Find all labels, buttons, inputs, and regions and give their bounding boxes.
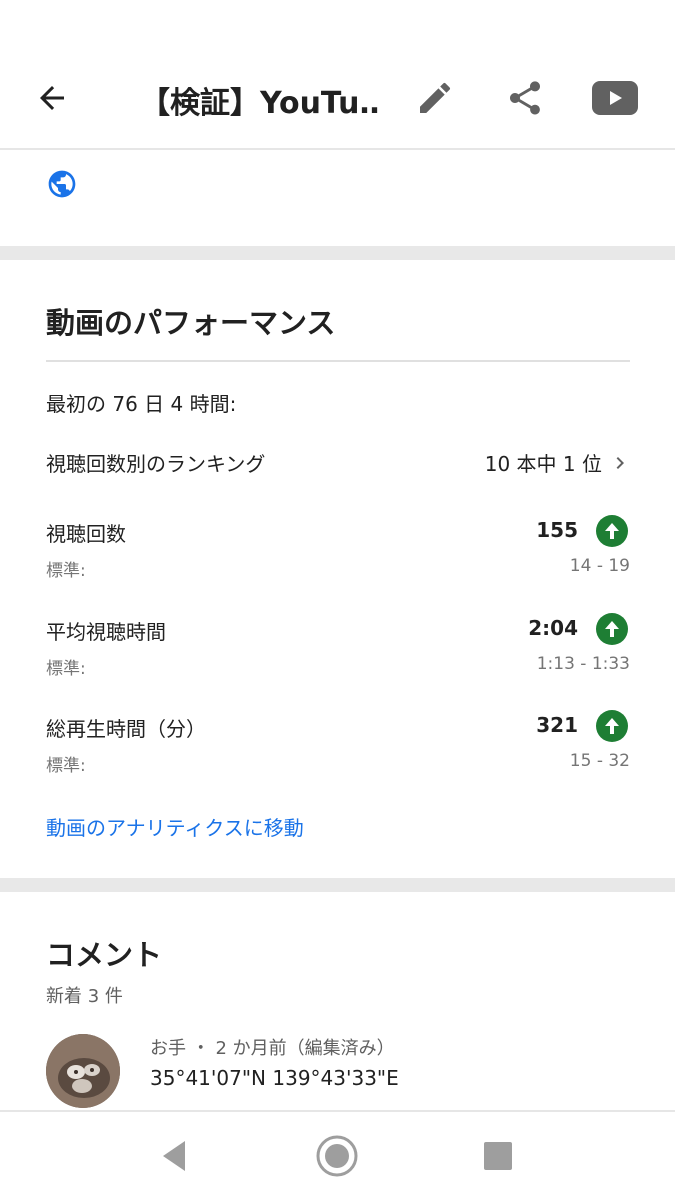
metric-label: 平均視聴時間	[46, 620, 166, 644]
section-divider	[0, 246, 675, 260]
trend-up-icon	[596, 613, 628, 645]
nav-back-button[interactable]	[152, 1134, 196, 1178]
comments-section[interactable]: コメント 新着 3 件 お手 ・ 2 か月前（編集済み） 35°41'07"N …	[0, 892, 675, 1110]
page-title: 【検証】YouTu…	[140, 86, 380, 121]
performance-divider	[46, 360, 630, 362]
nav-home-icon	[316, 1135, 358, 1177]
comments-title: コメント	[46, 938, 163, 972]
metric-std-label: 標準:	[46, 756, 86, 776]
nav-recent-icon	[484, 1142, 512, 1170]
comments-count: 新着 3 件	[46, 986, 123, 1007]
nav-recent-button[interactable]	[476, 1134, 520, 1178]
share-icon	[510, 81, 540, 115]
metric-views: 視聴回数 155 標準: 14 - 19	[46, 515, 630, 588]
metric-std-label: 標準:	[46, 561, 86, 581]
metric-std-range: 15 - 32	[569, 751, 630, 771]
metric-value: 2:04	[528, 616, 578, 640]
arrow-back-icon	[40, 86, 64, 110]
trend-up-icon	[596, 710, 628, 742]
metric-label: 総再生時間（分）	[46, 717, 206, 741]
analytics-link[interactable]: 動画のアナリティクスに移動	[46, 812, 304, 841]
nav-home-button[interactable]	[315, 1134, 359, 1178]
metric-std-range: 1:13 - 1:33	[536, 654, 630, 674]
ranking-row[interactable]: 視聴回数別のランキング 10 本中 1 位	[46, 448, 636, 480]
edit-button[interactable]	[405, 70, 465, 126]
performance-period: 最初の 76 日 4 時間:	[46, 392, 237, 416]
app-bar: 【検証】YouTu…	[0, 50, 675, 150]
metric-value: 155	[536, 518, 578, 542]
visibility-row	[0, 152, 675, 246]
status-bar	[0, 0, 675, 50]
edit-pencil-icon	[420, 82, 451, 113]
metric-value: 321	[536, 713, 578, 737]
ranking-value: 10 本中 1 位	[484, 452, 602, 476]
metric-std-range: 14 - 19	[569, 556, 630, 576]
metric-std-label: 標準:	[46, 659, 86, 679]
nav-back-icon	[163, 1141, 185, 1171]
globe-icon	[48, 170, 76, 198]
trend-up-icon	[596, 515, 628, 547]
system-nav-bar	[0, 1110, 675, 1200]
ranking-label: 視聴回数別のランキング	[46, 452, 266, 476]
back-button[interactable]	[22, 70, 82, 126]
avatar[interactable]	[46, 1034, 120, 1108]
metric-watch-time: 総再生時間（分） 321 標準: 15 - 32	[46, 710, 630, 783]
section-divider	[0, 878, 675, 892]
comment-text: 35°41'07"N 139°43'33"E	[150, 1066, 399, 1090]
comment-meta: お手 ・ 2 か月前（編集済み）	[150, 1038, 395, 1059]
youtube-icon	[592, 81, 638, 115]
metric-label: 視聴回数	[46, 522, 126, 546]
performance-title: 動画のパフォーマンス	[46, 306, 336, 340]
performance-card: 動画のパフォーマンス 最初の 76 日 4 時間: 視聴回数別のランキング 10…	[0, 260, 675, 878]
share-button[interactable]	[495, 70, 555, 126]
youtube-button[interactable]	[585, 70, 645, 126]
metric-avg-view-duration: 平均視聴時間 2:04 標準: 1:13 - 1:33	[46, 613, 630, 686]
chevron-right-icon	[616, 457, 624, 469]
